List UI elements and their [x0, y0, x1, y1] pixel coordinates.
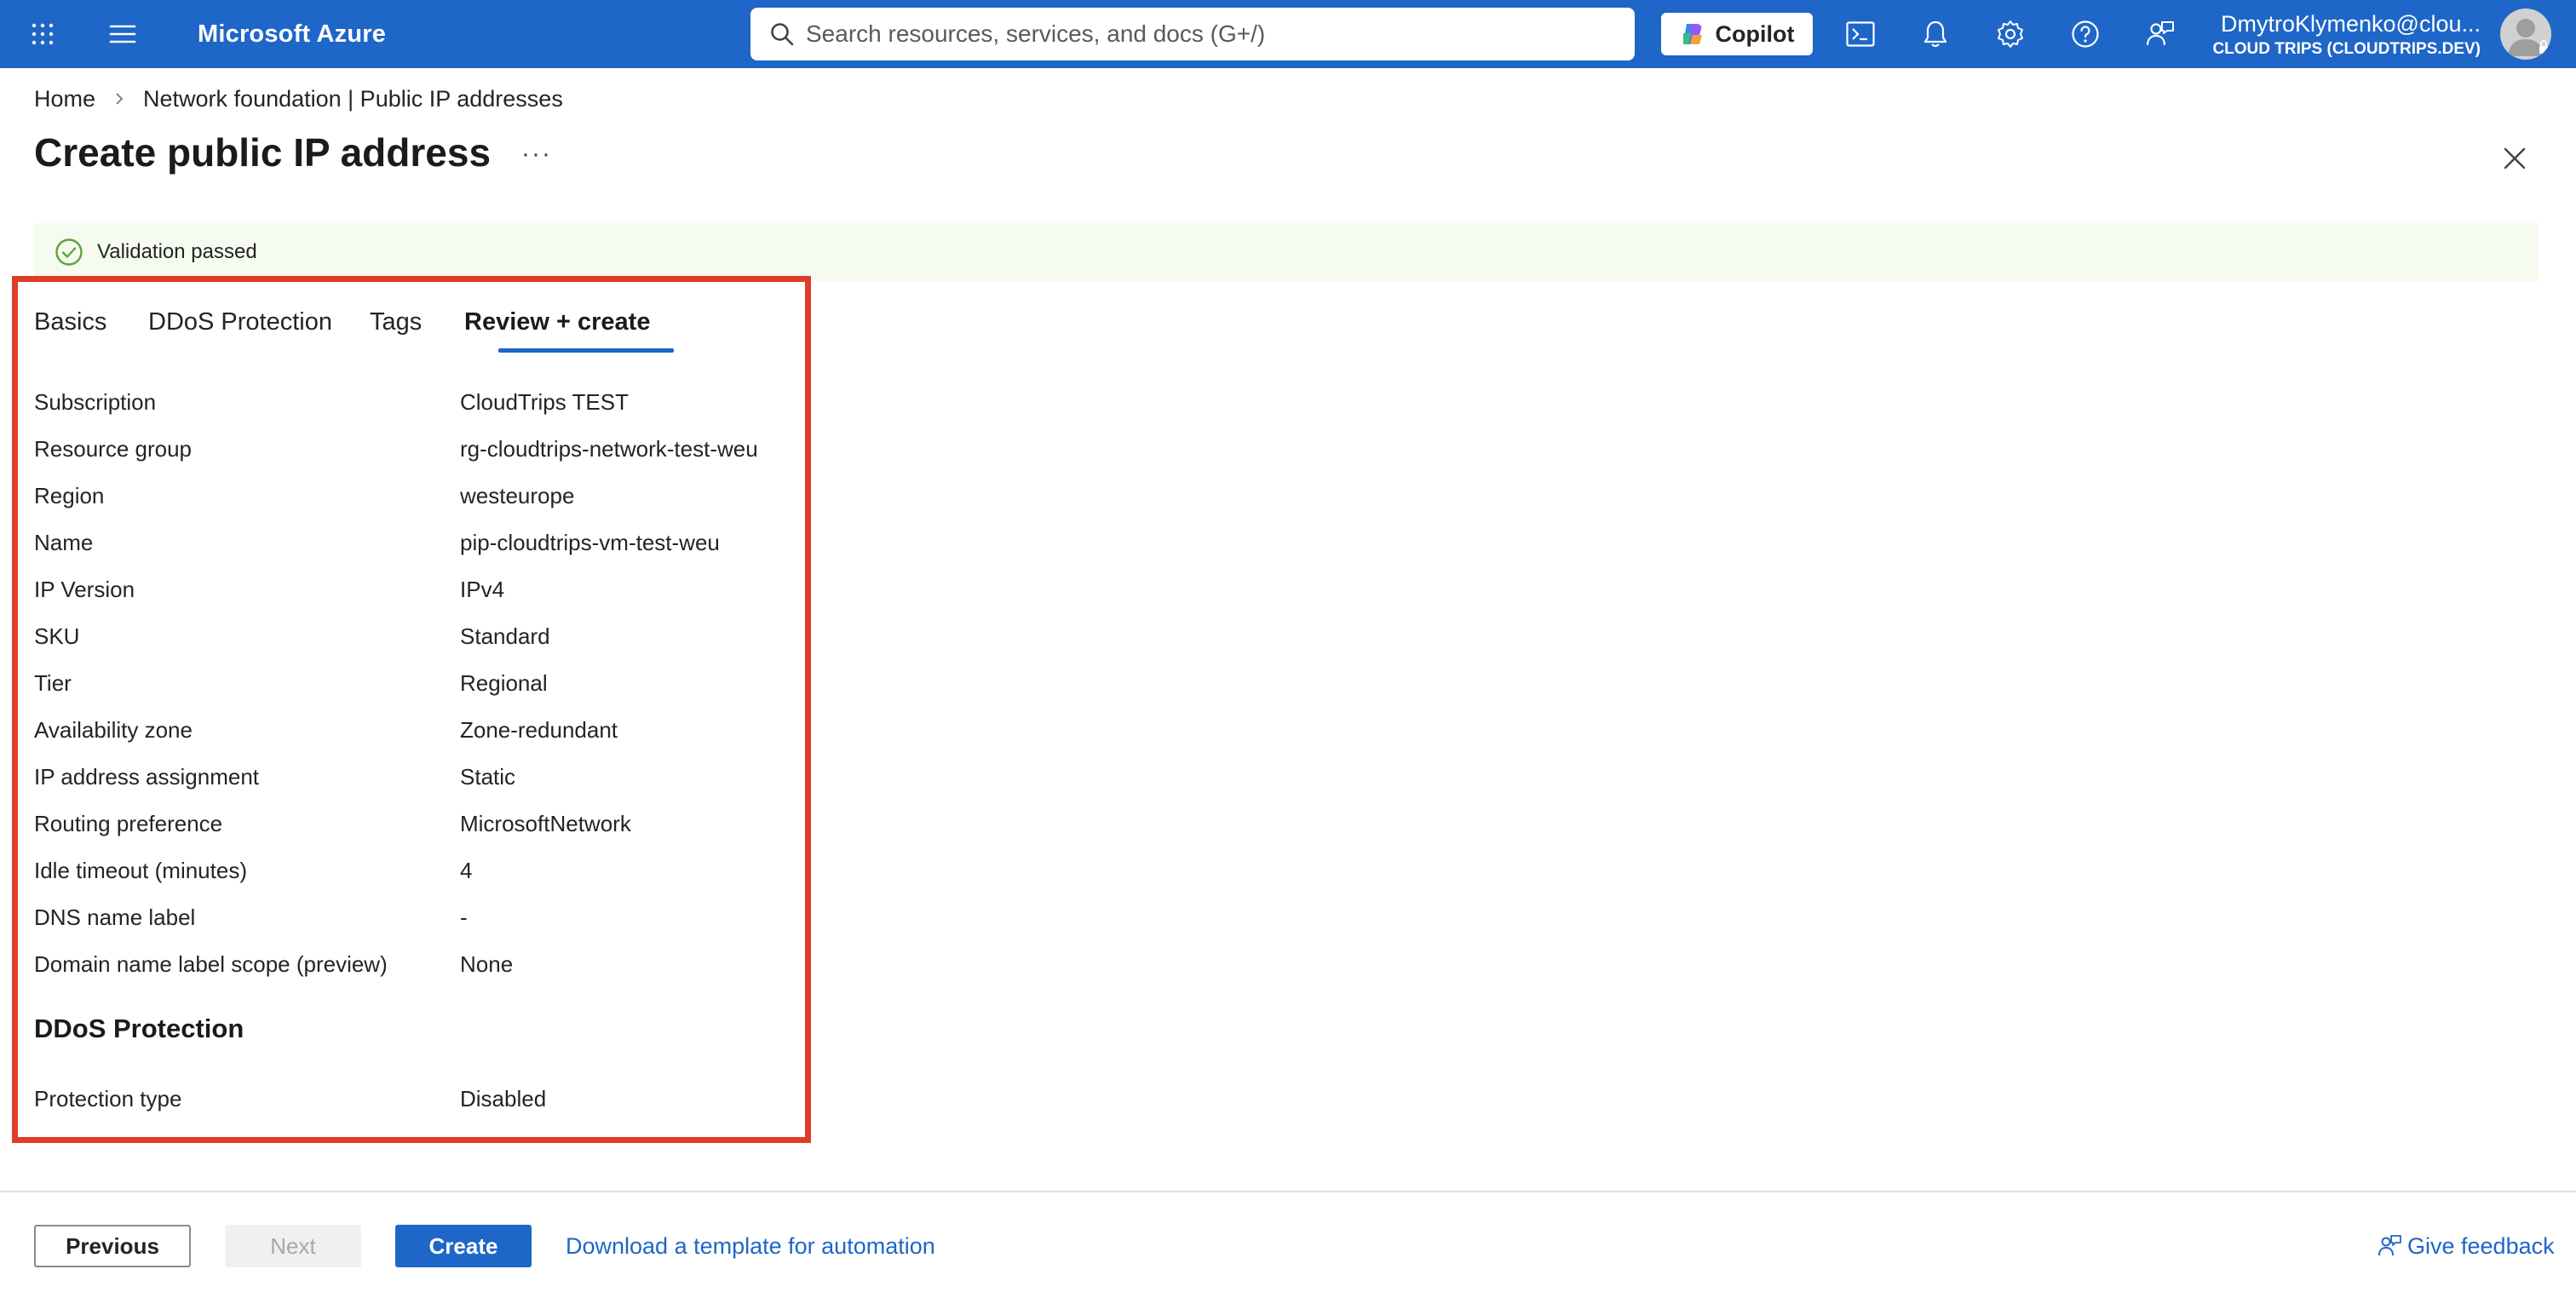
- row-label: Region: [34, 482, 105, 508]
- create-button[interactable]: Create: [395, 1225, 532, 1267]
- review-row-domain-label-scope: Domain name label scope (preview) None: [34, 947, 513, 981]
- close-icon[interactable]: [2496, 140, 2533, 177]
- review-row-ip-assignment: IP address assignment Static: [34, 760, 515, 794]
- review-row-region: Region westeurope: [34, 479, 574, 513]
- review-row-tier: Tier Regional: [34, 666, 548, 700]
- check-circle-icon: [55, 238, 83, 266]
- review-row-availability-zone: Availability zone Zone-redundant: [34, 713, 618, 747]
- row-value: Zone-redundant: [460, 716, 618, 743]
- row-value: Static: [460, 763, 516, 790]
- copilot-label: Copilot: [1715, 20, 1795, 47]
- row-label: Domain name label scope (preview): [34, 951, 388, 977]
- tab-review-create[interactable]: Review + create: [464, 303, 650, 351]
- row-label: Protection type: [34, 1085, 182, 1111]
- avatar-icon[interactable]: [2500, 9, 2551, 60]
- row-value: CloudTrips TEST: [460, 388, 629, 415]
- validation-message: Validation passed: [97, 240, 257, 263]
- active-tab-indicator: [498, 348, 674, 353]
- brand-title[interactable]: Microsoft Azure: [198, 0, 386, 68]
- feedback-person-icon: [2378, 1235, 2401, 1256]
- row-value: westeurope: [460, 482, 575, 508]
- top-bar: Microsoft Azure Copilot DmytroKlymenko@c…: [0, 0, 2576, 68]
- tab-tags[interactable]: Tags: [370, 303, 422, 351]
- help-icon[interactable]: [2065, 14, 2106, 55]
- download-template-link[interactable]: Download a template for automation: [566, 1230, 935, 1262]
- row-label: Tier: [34, 669, 72, 696]
- validation-banner: Validation passed: [34, 223, 2539, 281]
- row-value: 4: [460, 857, 473, 883]
- cloud-shell-icon[interactable]: [1840, 14, 1881, 55]
- row-label: DNS name label: [34, 904, 196, 930]
- app-launcher-icon[interactable]: [26, 17, 60, 51]
- row-value: rg-cloudtrips-network-test-weu: [460, 435, 758, 462]
- row-value: MicrosoftNetwork: [460, 810, 631, 836]
- chevron-right-icon: [114, 92, 124, 106]
- give-feedback-link[interactable]: Give feedback: [2377, 1230, 2555, 1262]
- review-row-routing-preference: Routing preference MicrosoftNetwork: [34, 807, 631, 841]
- review-row-resource-group: Resource group rg-cloudtrips-network-tes…: [34, 432, 758, 466]
- previous-button[interactable]: Previous: [34, 1225, 191, 1267]
- gear-icon[interactable]: [1990, 14, 2031, 55]
- row-label: Routing preference: [34, 810, 223, 836]
- review-row-protection-type: Protection type Disabled: [34, 1082, 546, 1116]
- breadcrumb-public-ip-addresses[interactable]: Network foundation | Public IP addresses: [143, 86, 563, 112]
- row-value: Disabled: [460, 1085, 547, 1111]
- tab-basics[interactable]: Basics: [34, 303, 106, 351]
- row-label: Name: [34, 529, 94, 555]
- review-row-sku: SKU Standard: [34, 619, 550, 653]
- more-options-button[interactable]: ···: [521, 140, 552, 169]
- bell-icon[interactable]: [1915, 14, 1956, 55]
- copilot-button[interactable]: Copilot: [1661, 13, 1813, 55]
- row-value: Regional: [460, 669, 548, 696]
- search-icon: [767, 19, 797, 49]
- review-row-idle-timeout: Idle timeout (minutes) 4: [34, 853, 472, 887]
- next-button[interactable]: Next: [225, 1225, 361, 1267]
- row-value: pip-cloudtrips-vm-test-weu: [460, 529, 720, 555]
- row-label: Subscription: [34, 388, 157, 415]
- account-menu[interactable]: DmytroKlymenko@clou... CLOUD TRIPS (CLOU…: [2208, 9, 2481, 60]
- global-search[interactable]: [750, 8, 1635, 60]
- account-email: DmytroKlymenko@clou...: [2221, 11, 2481, 37]
- row-value: -: [460, 904, 468, 930]
- row-label: IP Version: [34, 576, 135, 602]
- breadcrumb-home[interactable]: Home: [34, 86, 95, 112]
- review-row-dns-name-label: DNS name label -: [34, 900, 468, 934]
- breadcrumb: Home Network foundation | Public IP addr…: [34, 83, 563, 114]
- review-row-subscription: Subscription CloudTrips TEST: [34, 385, 629, 419]
- row-value: IPv4: [460, 576, 505, 602]
- row-label: SKU: [34, 623, 80, 649]
- tab-ddos-protection[interactable]: DDoS Protection: [148, 303, 332, 351]
- row-value: Standard: [460, 623, 550, 649]
- row-label: Idle timeout (minutes): [34, 857, 247, 883]
- review-row-name: Name pip-cloudtrips-vm-test-weu: [34, 526, 720, 560]
- copilot-icon: [1682, 24, 1702, 44]
- page-title: Create public IP address: [34, 130, 492, 175]
- footer-divider: [0, 1191, 2576, 1192]
- row-label: Resource group: [34, 435, 192, 462]
- menu-icon[interactable]: [104, 17, 141, 51]
- search-input[interactable]: [806, 20, 1573, 48]
- ddos-section-title: DDoS Protection: [34, 1014, 244, 1043]
- review-row-ip-version: IP Version IPv4: [34, 572, 504, 606]
- give-feedback-label: Give feedback: [2407, 1233, 2555, 1259]
- row-label: Availability zone: [34, 716, 193, 743]
- account-directory: CLOUD TRIPS (CLOUDTRIPS.DEV): [2212, 40, 2481, 58]
- row-label: IP address assignment: [34, 763, 259, 790]
- feedback-person-icon[interactable]: [2140, 14, 2181, 55]
- row-value: None: [460, 951, 514, 977]
